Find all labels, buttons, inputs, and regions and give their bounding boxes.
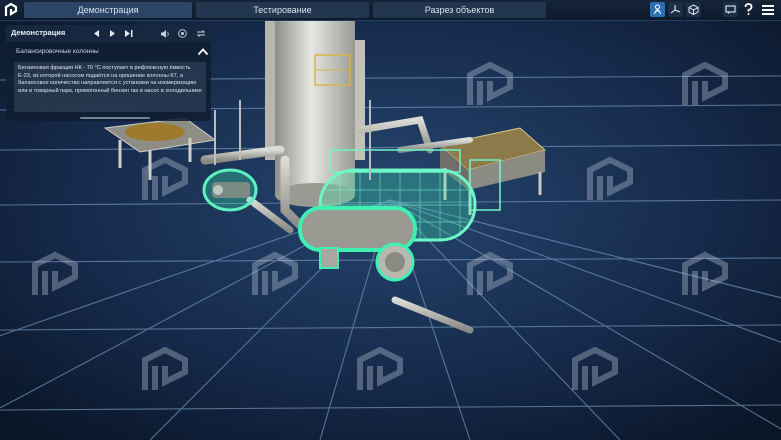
chat-icon[interactable]: [723, 2, 738, 17]
panel-header: Демонстрация: [6, 25, 211, 42]
tab-demonstration[interactable]: Демонстрация: [24, 2, 192, 18]
prev-step-button[interactable]: [90, 27, 103, 40]
target-icon[interactable]: [176, 27, 189, 40]
app-logo-icon[interactable]: [3, 2, 19, 18]
description-text: Бензиновая фракция НК - 70 °С поступает …: [18, 65, 202, 94]
panel-title: Демонстрация: [11, 28, 66, 37]
cube-icon[interactable]: [686, 2, 701, 17]
axes-icon[interactable]: [668, 2, 683, 17]
panel-scrollbar[interactable]: [80, 117, 150, 119]
next-step-button[interactable]: [122, 27, 135, 40]
repeat-icon[interactable]: [194, 27, 207, 40]
tab-object-section[interactable]: Разрез объектов: [373, 2, 546, 18]
description-box: Бензиновая фракция НК - 70 °С поступает …: [14, 62, 206, 112]
person-icon[interactable]: [650, 2, 665, 17]
play-button[interactable]: [106, 27, 119, 40]
top-toolbar: Демонстрация Тестирование Разрез объекто…: [0, 0, 781, 21]
highlighted-pump[interactable]: [202, 168, 258, 212]
sound-icon[interactable]: [159, 27, 172, 40]
help-icon[interactable]: [741, 2, 756, 17]
menu-icon[interactable]: [760, 2, 775, 17]
collapse-chevron-icon[interactable]: [197, 45, 209, 57]
tab-testing[interactable]: Тестирование: [196, 2, 369, 18]
section-label: Балансировочные колонны: [16, 48, 99, 55]
demonstration-panel: Демонстрация Балансировочные колонны Бен…: [6, 25, 211, 121]
